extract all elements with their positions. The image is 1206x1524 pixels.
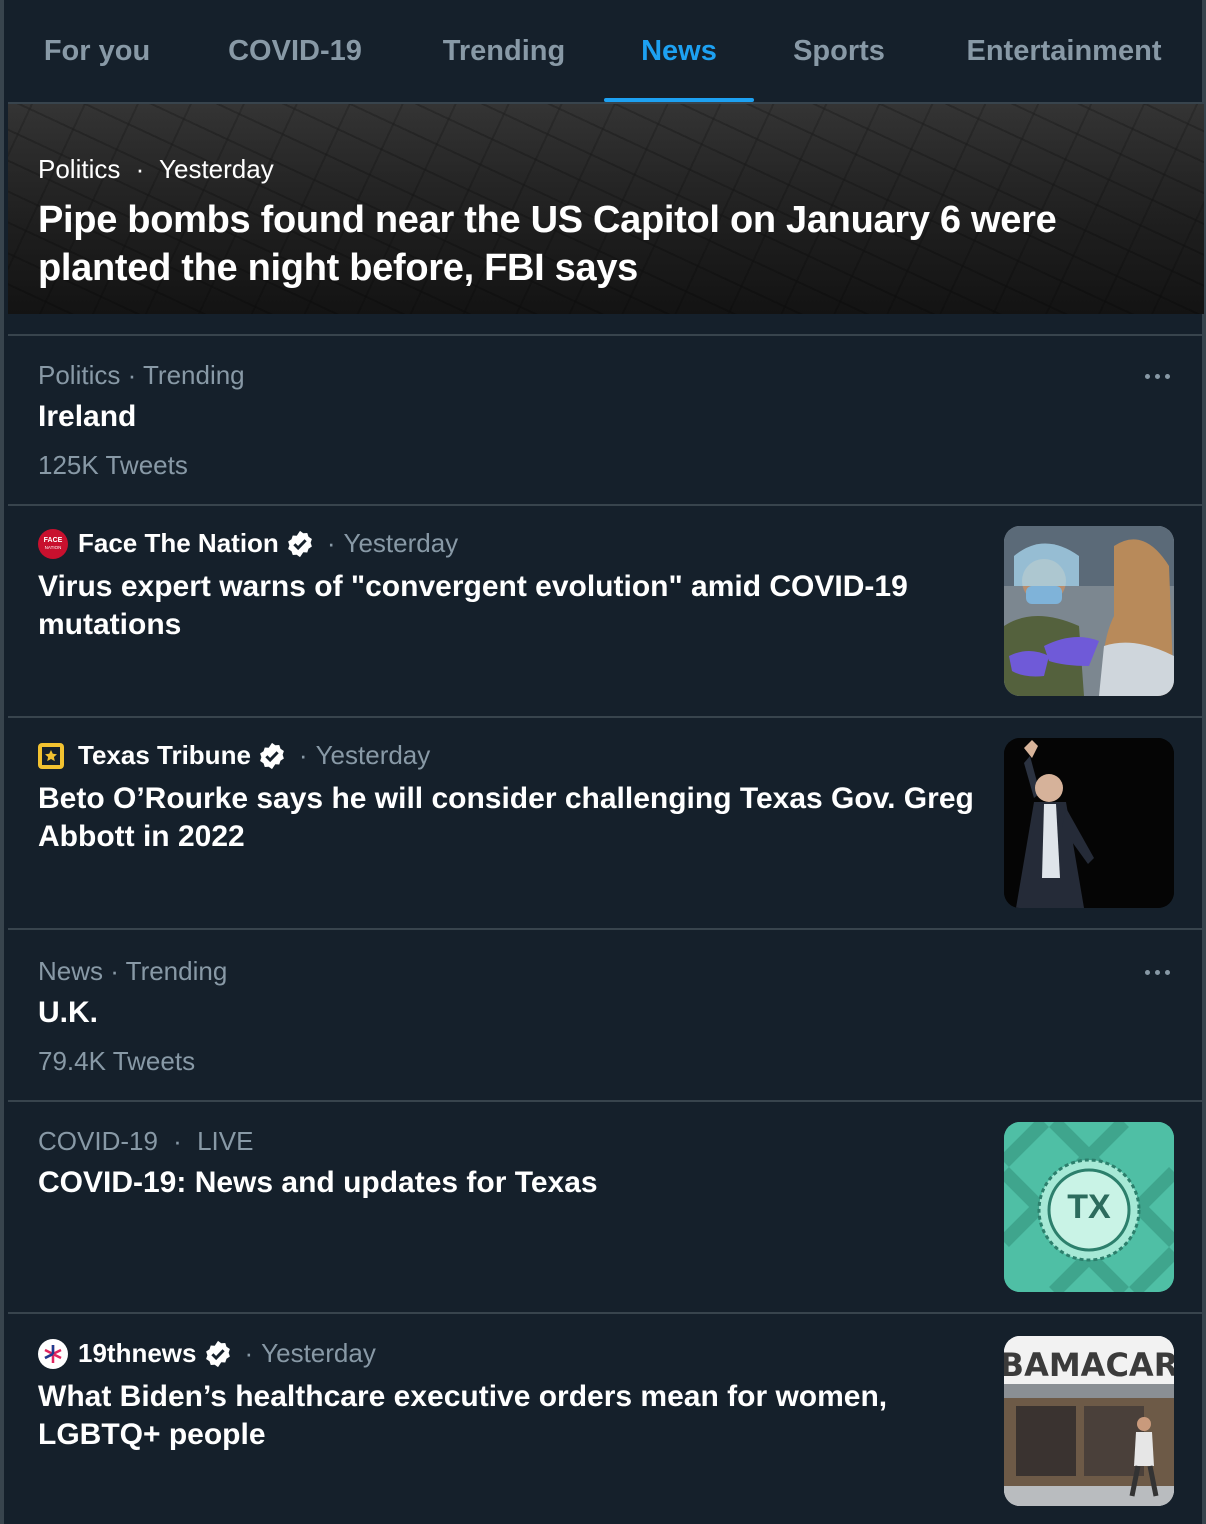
tx-badge-text: TX	[1067, 1188, 1111, 1226]
tab-covid-19[interactable]: COVID-19	[186, 0, 404, 102]
news-source: 19thnews · Yesterday	[38, 1338, 376, 1369]
trend-item-uk[interactable]: News · Trending U.K. 79.4K Tweets	[8, 930, 1204, 1102]
event-separator: ·	[173, 1126, 182, 1156]
event-meta: COVID-19 · LIVE	[38, 1126, 253, 1157]
trend-title: U.K.	[38, 996, 98, 1029]
source-name: Texas Tribune	[78, 740, 251, 770]
more-options-icon[interactable]	[1140, 962, 1174, 982]
tab-entertainment[interactable]: Entertainment	[924, 0, 1204, 102]
more-options-icon[interactable]	[1140, 366, 1174, 386]
active-tab-indicator	[604, 98, 754, 102]
trend-title: Ireland	[38, 400, 137, 433]
event-live-badge: LIVE	[197, 1126, 254, 1156]
source-separator: ·	[326, 528, 336, 558]
explore-tabs: For you COVID-19 Trending News Sports En…	[8, 0, 1204, 104]
hero-title: Pipe bombs found near the US Capitol on …	[38, 199, 1057, 289]
tab-for-you[interactable]: For you	[8, 0, 186, 102]
hero-separator: ·	[135, 154, 145, 184]
source-time: Yesterday	[315, 740, 431, 770]
tab-news[interactable]: News	[604, 0, 754, 102]
texas-tribune-logo-icon	[38, 742, 64, 769]
news-source: FACE NATION Face The Nation · Yesterday	[38, 528, 458, 559]
hero-meta: Politics · Yesterday	[38, 154, 274, 185]
event-headline: COVID-19: News and updates for Texas	[38, 1166, 598, 1199]
news-headline: What Biden’s healthcare executive orders…	[38, 1380, 888, 1451]
verified-badge-icon	[287, 530, 312, 557]
svg-text:FACE: FACE	[44, 537, 63, 544]
source-time: Yesterday	[343, 528, 459, 558]
news-item-texas-tribune[interactable]: Texas Tribune · Yesterday Beto O’Rourke …	[8, 718, 1204, 930]
source-name: Face The Nation	[78, 528, 279, 558]
news-thumbnail: BAMACAR	[1004, 1336, 1174, 1506]
trend-item-ireland[interactable]: Politics · Trending Ireland 125K Tweets	[8, 336, 1204, 506]
event-category: COVID-19	[38, 1126, 158, 1156]
tab-trending[interactable]: Trending	[404, 0, 604, 102]
trend-count: 79.4K Tweets	[38, 1046, 196, 1076]
store-sign-text: BAMACAR	[1004, 1346, 1174, 1384]
event-item-covid-texas[interactable]: COVID-19 · LIVE COVID-19: News and updat…	[8, 1102, 1204, 1314]
verified-badge-icon	[260, 742, 284, 769]
19thnews-logo-icon	[38, 1338, 68, 1369]
verified-badge-icon	[205, 1340, 230, 1367]
hero-time: Yesterday	[159, 154, 274, 184]
trend-meta: News · Trending	[38, 956, 228, 986]
news-item-19thnews[interactable]: 19thnews · Yesterday What Biden’s health…	[8, 1314, 1204, 1524]
source-separator: ·	[298, 740, 308, 770]
hero-category: Politics	[38, 154, 121, 184]
news-source: Texas Tribune · Yesterday	[38, 740, 430, 771]
news-item-face-the-nation[interactable]: FACE NATION Face The Nation · Yesterday V…	[8, 506, 1204, 718]
explore-panel: For you COVID-19 Trending News Sports En…	[0, 0, 1206, 1524]
trend-count: 125K Tweets	[38, 450, 188, 480]
tab-sports[interactable]: Sports	[754, 0, 924, 102]
tab-news-label: News	[641, 34, 717, 67]
source-time: Yesterday	[261, 1338, 376, 1368]
section-divider	[8, 314, 1204, 336]
news-thumbnail	[1004, 526, 1174, 696]
svg-text:NATION: NATION	[45, 545, 62, 550]
source-separator: ·	[244, 1338, 254, 1368]
hero-story[interactable]: Politics · Yesterday Pipe bombs found ne…	[8, 104, 1204, 314]
news-thumbnail	[1004, 738, 1174, 908]
source-name: 19thnews	[78, 1338, 197, 1368]
event-thumbnail: TX	[1004, 1122, 1174, 1292]
news-headline: Beto O’Rourke says he will consider chal…	[38, 782, 974, 853]
news-headline: Virus expert warns of "convergent evolut…	[38, 570, 908, 641]
trend-meta: Politics · Trending	[38, 360, 245, 390]
face-the-nation-logo-icon: FACE NATION	[38, 528, 68, 559]
